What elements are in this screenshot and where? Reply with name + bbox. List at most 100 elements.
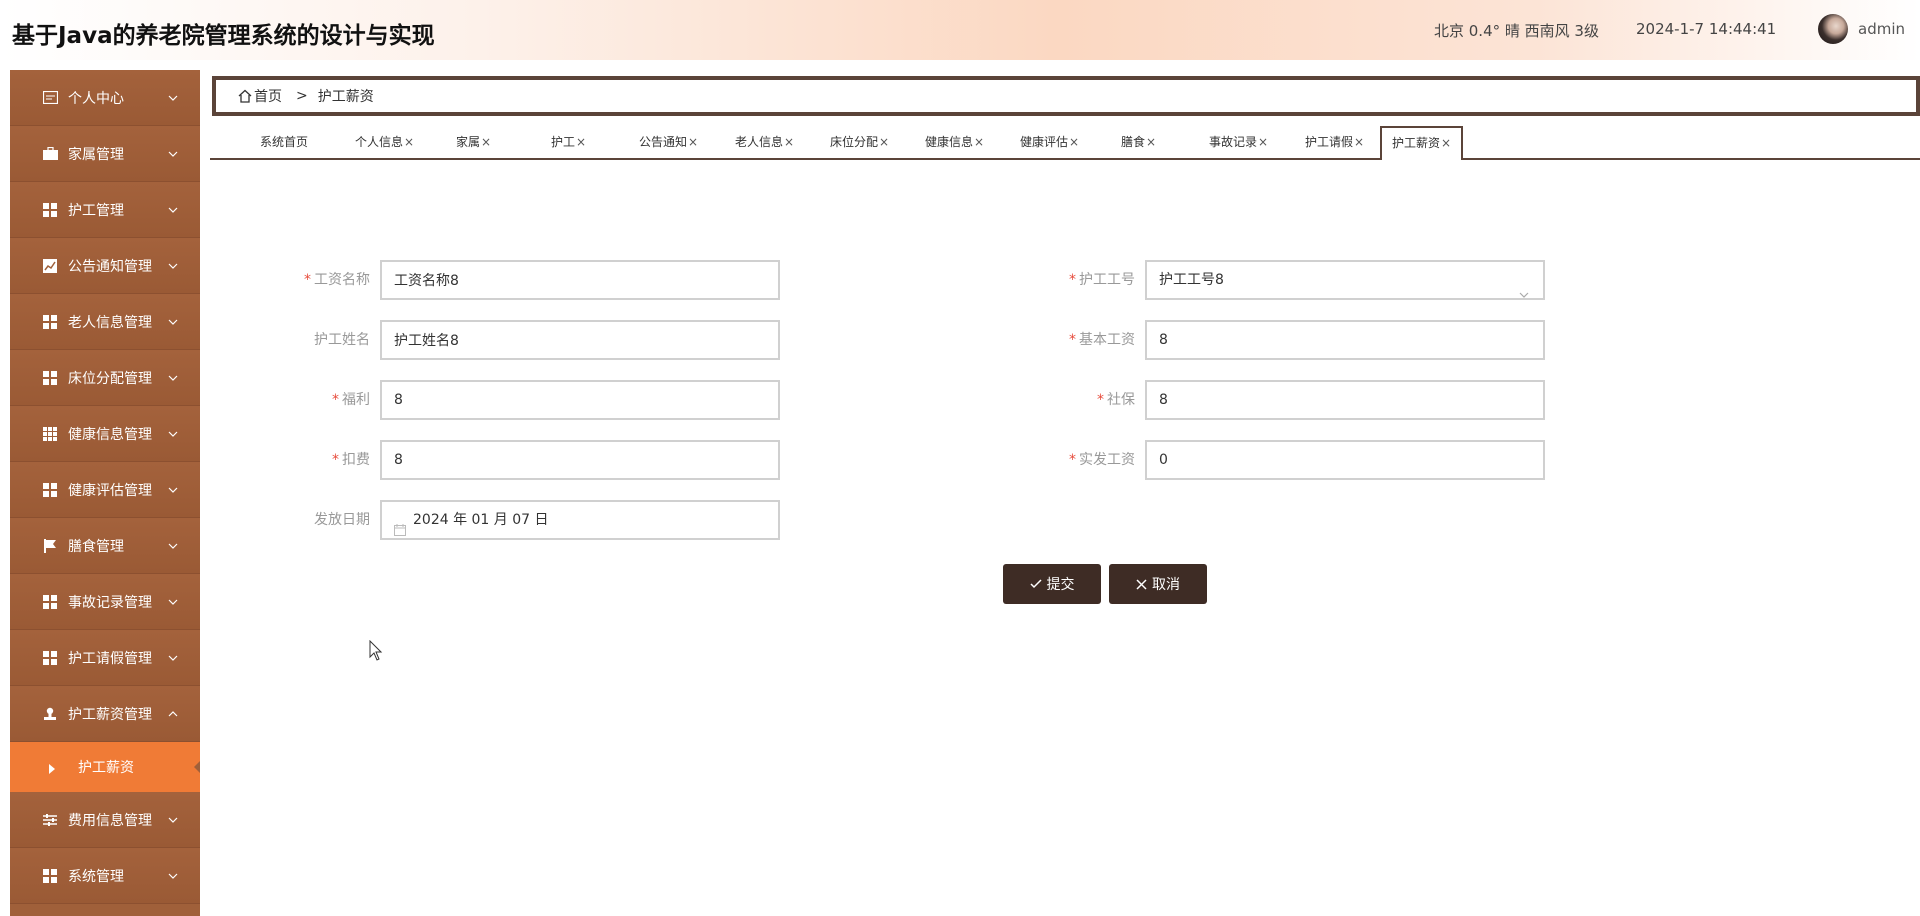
sidebar-item-elderly-info[interactable]: 老人信息管理 — [10, 294, 200, 350]
breadcrumb-separator: > — [296, 88, 308, 104]
sidebar-item-announcements[interactable]: 公告通知管理 — [10, 238, 200, 294]
sidebar-item-meals[interactable]: 膳食管理 — [10, 518, 200, 574]
sidebar-item-label: 护工薪资管理 — [68, 706, 152, 723]
sidebar-item-label: 家属管理 — [68, 146, 124, 163]
close-icon[interactable]: × — [481, 135, 491, 149]
close-icon[interactable]: × — [784, 135, 794, 149]
tab-accident-records[interactable]: 事故记录× — [1209, 126, 1268, 158]
tab-system-home[interactable]: 系统首页 — [260, 126, 308, 158]
sidebar-item-label: 费用信息管理 — [68, 812, 152, 829]
current-datetime: 2024-1-7 14:44:41 — [1636, 20, 1777, 38]
tab-caregiver-leave[interactable]: 护工请假× — [1305, 126, 1364, 158]
tab-meals[interactable]: 膳食× — [1121, 126, 1156, 158]
tab-caregiver-salary[interactable]: 护工薪资× — [1380, 126, 1464, 160]
grid-icon — [42, 594, 58, 610]
chevron-down-icon — [168, 373, 178, 383]
breadcrumb: 首页 > 护工薪资 — [212, 76, 1920, 116]
tab-label: 老人信息 — [735, 135, 784, 149]
social-security-input[interactable] — [1145, 380, 1545, 420]
tab-label: 系统首页 — [260, 135, 309, 149]
chevron-down-icon — [168, 317, 178, 327]
close-icon[interactable]: × — [1069, 135, 1079, 149]
close-icon[interactable]: × — [404, 135, 414, 149]
flag-icon — [42, 538, 58, 554]
check-icon — [1029, 579, 1042, 589]
tab-announcements[interactable]: 公告通知× — [639, 126, 698, 158]
top-header: 基于Java的养老院管理系统的设计与实现 北京 0.4° 晴 西南风 3级 20… — [0, 0, 1920, 60]
sidebar-item-accident-records[interactable]: 事故记录管理 — [10, 574, 200, 630]
sidebar-item-label: 膳食管理 — [68, 538, 124, 555]
chevron-down-icon — [168, 205, 178, 215]
tab-personal-info[interactable]: 个人信息× — [355, 126, 414, 158]
tab-caregiver[interactable]: 护工× — [551, 126, 586, 158]
welfare-input[interactable] — [380, 380, 780, 420]
sidebar-item-bed-allocation[interactable]: 床位分配管理 — [10, 350, 200, 406]
close-icon[interactable]: × — [688, 135, 698, 149]
close-icon[interactable]: × — [576, 135, 586, 149]
sidebar-item-label: 健康信息管理 — [68, 426, 152, 443]
required-mark: * — [304, 272, 311, 288]
table-icon — [42, 426, 58, 442]
close-icon[interactable]: × — [879, 135, 889, 149]
tab-label: 公告通知 — [639, 135, 688, 149]
required-mark: * — [332, 392, 339, 408]
welfare-label: * 福利 — [332, 392, 370, 408]
submenu-item-label: 护工薪资 — [78, 760, 134, 776]
pay-date-value: 2024 年 01 月 07 日 — [413, 512, 549, 528]
avatar[interactable] — [1818, 14, 1848, 44]
required-mark: * — [1069, 452, 1076, 468]
sidebar-item-health-info[interactable]: 健康信息管理 — [10, 406, 200, 462]
tab-label: 膳食 — [1121, 135, 1146, 149]
tab-health-assessment[interactable]: 健康评估× — [1020, 126, 1079, 158]
tab-bed-allocation[interactable]: 床位分配× — [830, 126, 889, 158]
grid-icon — [42, 314, 58, 330]
tab-elderly-info[interactable]: 老人信息× — [735, 126, 794, 158]
pay-date-picker[interactable]: 2024 年 01 月 07 日 — [380, 500, 780, 540]
close-icon[interactable]: × — [1146, 135, 1156, 149]
breadcrumb-home[interactable]: 首页 — [254, 86, 282, 106]
tab-label: 个人信息 — [355, 135, 404, 149]
active-indicator — [194, 761, 200, 773]
submit-button[interactable]: 提交 — [1003, 564, 1101, 604]
worker-id-label: * 护工工号 — [1069, 272, 1135, 288]
sidebar-item-label: 老人信息管理 — [68, 314, 152, 331]
social-security-label: * 社保 — [1097, 392, 1135, 408]
user-stamp-icon — [42, 706, 58, 722]
sidebar-item-label: 护工请假管理 — [68, 650, 152, 667]
close-icon[interactable]: × — [1441, 136, 1451, 150]
base-salary-input[interactable] — [1145, 320, 1545, 360]
tab-family[interactable]: 家属× — [456, 126, 491, 158]
worker-id-select[interactable]: 护工工号8 — [1145, 260, 1545, 300]
username[interactable]: admin — [1858, 20, 1905, 38]
submenu-item-caregiver-salary[interactable]: 护工薪资 — [10, 742, 200, 792]
sidebar-item-system[interactable]: 系统管理 — [10, 848, 200, 904]
worker-name-input[interactable] — [380, 320, 780, 360]
close-icon[interactable]: × — [974, 135, 984, 149]
calendar-icon — [394, 514, 406, 536]
sidebar-item-health-assessment[interactable]: 健康评估管理 — [10, 462, 200, 518]
tab-health-info[interactable]: 健康信息× — [925, 126, 984, 158]
mouse-cursor-icon — [369, 640, 383, 661]
deduction-input[interactable] — [380, 440, 780, 480]
pay-date-label: 发放日期 — [314, 512, 370, 528]
grid-icon — [42, 650, 58, 666]
close-icon[interactable]: × — [1354, 135, 1364, 149]
chevron-down-icon — [1519, 276, 1529, 298]
sliders-icon — [42, 812, 58, 828]
actual-salary-input[interactable] — [1145, 440, 1545, 480]
chevron-down-icon — [168, 653, 178, 663]
home-icon[interactable] — [238, 89, 252, 103]
sidebar: 个人中心 家属管理 护工管理 公告通知管理 老人信息管理 床位分配管理 健康信息… — [10, 70, 200, 916]
close-icon[interactable]: × — [1258, 135, 1268, 149]
sidebar-item-caregiver-salary[interactable]: 护工薪资管理 — [10, 686, 200, 742]
sidebar-item-caregivers[interactable]: 护工管理 — [10, 182, 200, 238]
sidebar-item-personal-center[interactable]: 个人中心 — [10, 70, 200, 126]
tab-label: 护工请假 — [1305, 135, 1354, 149]
cancel-button[interactable]: 取消 — [1109, 564, 1207, 604]
sidebar-item-fee-info[interactable]: 费用信息管理 — [10, 792, 200, 848]
sidebar-item-family[interactable]: 家属管理 — [10, 126, 200, 182]
tab-bar: 系统首页 个人信息× 家属× 护工× 公告通知× 老人信息× 床位分配× 健康信… — [210, 126, 1920, 160]
salary-name-input[interactable] — [380, 260, 780, 300]
sidebar-item-caregiver-leave[interactable]: 护工请假管理 — [10, 630, 200, 686]
profile-icon — [42, 90, 58, 106]
